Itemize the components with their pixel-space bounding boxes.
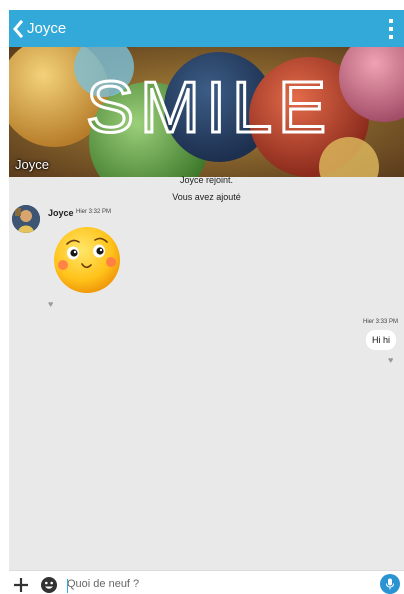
- mic-button[interactable]: [380, 574, 400, 594]
- emoji-icon[interactable]: [40, 576, 58, 594]
- cover-photo: SMILE Joyce: [9, 47, 404, 177]
- text-caret: [67, 579, 68, 593]
- plus-icon[interactable]: [12, 576, 30, 594]
- cover-art-text: SMILE: [86, 68, 332, 148]
- message-time: Hier 3:32 PM: [76, 209, 112, 215]
- system-message: Joyce rejoint.: [179, 175, 234, 185]
- like-heart-icon[interactable]: ♥: [48, 300, 53, 309]
- cover-name: Joyce: [15, 157, 49, 172]
- message-input[interactable]: [67, 574, 367, 594]
- back-button[interactable]: Joyce: [9, 10, 66, 47]
- app-bar: Joyce: [9, 10, 404, 47]
- system-message: Vous avez ajouté: [172, 192, 241, 202]
- like-heart-icon[interactable]: ♥: [388, 356, 393, 365]
- mic-icon: [386, 578, 394, 590]
- chevron-left-icon: [13, 19, 24, 38]
- outgoing-message-bubble[interactable]: Hi hi: [365, 330, 396, 350]
- message-time: Hier 3:33 PM: [362, 319, 398, 325]
- chat-screen: Joyce SMILE Joyce Joyce rejoint. Vous av…: [9, 10, 404, 594]
- left-edge: [0, 0, 9, 594]
- composer-bar: [9, 570, 404, 594]
- cover-image: SMILE: [9, 47, 404, 177]
- conversation-title: Joyce: [27, 20, 67, 37]
- smiling-face-sticker[interactable]: [51, 224, 123, 296]
- avatar[interactable]: [12, 205, 40, 233]
- more-vert-icon[interactable]: [386, 19, 396, 39]
- sender-name: Joyce: [48, 208, 74, 218]
